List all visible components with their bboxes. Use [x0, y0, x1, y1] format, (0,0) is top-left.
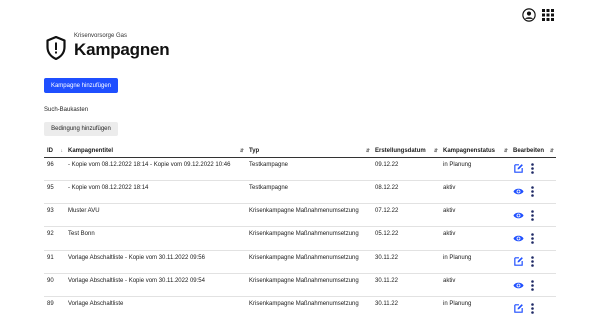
cell-id: 91 — [44, 250, 65, 274]
cell-type: Testkampagne — [246, 157, 372, 181]
col-header-status[interactable]: Kampagnenstatus ⇵ — [440, 146, 510, 158]
more-options-icon[interactable] — [531, 233, 534, 244]
more-options-icon[interactable] — [531, 279, 534, 291]
col-header-title[interactable]: Kampagnentitel ⇵ — [65, 146, 246, 158]
cell-date: 09.12.22 — [372, 157, 440, 181]
add-campaign-button[interactable]: Kampagne hinzufügen — [44, 78, 118, 93]
table-header-row: ID ↓ Kampagnentitel ⇵ Typ ⇵ Erstellungsdatu… — [44, 146, 556, 158]
edit-icon[interactable] — [513, 163, 524, 174]
edit-icon[interactable] — [513, 256, 524, 267]
sort-icon[interactable]: ⇵ — [434, 148, 438, 154]
col-header-edit[interactable]: Bearbeiten ⇵ — [510, 146, 556, 158]
cell-date: 30.11.22 — [372, 296, 440, 318]
cell-id: 90 — [44, 273, 65, 298]
user-circle-icon[interactable] — [522, 8, 536, 22]
cell-status: in Planung — [440, 296, 510, 318]
cell-date: 08.12.22 — [372, 180, 440, 205]
more-options-icon[interactable] — [531, 186, 534, 198]
cell-status: aktiv — [440, 226, 510, 251]
table-row[interactable]: 90 Vorlage Abschaltliste - Kopie vom 30.1… — [44, 273, 556, 298]
page-subtitle: Krisenvorsorge Gas — [74, 33, 128, 39]
cell-type: Testkampagne — [246, 180, 372, 205]
cell-type: Krisenkampagne Maßnahmenumsetzung — [246, 203, 372, 228]
page-title: Kampagnen — [74, 40, 170, 59]
cell-status: in Planung — [440, 157, 510, 181]
cell-status: aktiv — [440, 180, 510, 205]
cell-id: 95 — [44, 180, 65, 205]
cell-title: Vorlage Abschaltliste - Kopie vom 30.11.… — [65, 250, 246, 274]
cell-id: 93 — [44, 203, 65, 228]
page-header: Krisenvorsorge Gas Kampagnen — [46, 33, 170, 60]
table-row[interactable]: 92 Test Bonn Krisenkampagne Maßnahmenumset… — [44, 226, 556, 251]
sort-icon[interactable]: ⇵ — [504, 148, 508, 154]
cell-title: Muster AVU — [65, 203, 246, 228]
cell-title: - Kopie vom 08.12.2022 18:14 — [65, 180, 246, 205]
cell-date: 30.11.22 — [372, 273, 440, 298]
cell-type: Krisenkampagne Maßnahmenumsetzung — [246, 250, 372, 274]
sort-icon[interactable]: ⇵ — [240, 148, 244, 154]
sort-icon[interactable]: ⇵ — [366, 148, 370, 154]
table-row[interactable]: 89 Vorlage Abschaltliste Krisenkampagne Ma… — [44, 296, 556, 318]
cell-id: 96 — [44, 157, 65, 181]
cell-date: 07.12.22 — [372, 203, 440, 228]
view-icon[interactable] — [513, 210, 524, 221]
cell-actions — [510, 226, 556, 251]
cell-actions — [510, 296, 556, 318]
add-condition-button[interactable]: Bedingung hinzufügen — [44, 122, 118, 136]
table-row[interactable]: 93 Muster AVU Krisenkampagne Maßnahmenumse… — [44, 203, 556, 228]
cell-id: 89 — [44, 296, 65, 318]
cell-date: 30.11.22 — [372, 250, 440, 274]
sort-icon[interactable]: ⇵ — [550, 148, 554, 154]
cell-actions — [510, 157, 556, 181]
col-header-type[interactable]: Typ ⇵ — [246, 146, 372, 158]
search-builder-label: Such-Baukasten — [44, 107, 89, 113]
cell-type: Krisenkampagne Maßnahmenumsetzung — [246, 296, 372, 318]
sort-desc-icon[interactable]: ↓ — [61, 148, 64, 154]
cell-title: - Kopie vom 08.12.2022 18:14 - Kopie vom… — [65, 157, 246, 181]
cell-status: in Planung — [440, 250, 510, 274]
col-header-id[interactable]: ID ↓ — [44, 146, 65, 158]
col-header-date[interactable]: Erstellungsdatum ⇵ — [372, 146, 440, 158]
campaign-table: ID ↓ Kampagnentitel ⇵ Typ ⇵ Erstellungsdatu… — [44, 146, 556, 318]
table-row[interactable]: 95- Kopie vom 08.12.2022 18:14 Testkampag… — [44, 180, 556, 205]
cell-title: Vorlage Abschaltliste - Kopie vom 30.11.… — [65, 273, 246, 298]
cell-status: aktiv — [440, 203, 510, 228]
cell-actions — [510, 273, 556, 298]
cell-title: Vorlage Abschaltliste — [65, 296, 246, 318]
more-options-icon[interactable] — [531, 256, 534, 268]
cell-status: aktiv — [440, 273, 510, 298]
table-row[interactable]: 96- Kopie vom 08.12.2022 18:14 - Kopie v… — [44, 157, 556, 181]
cell-actions — [510, 203, 556, 228]
cell-type: Krisenkampagne Maßnahmenumsetzung — [246, 226, 372, 251]
cell-actions — [510, 180, 556, 205]
more-options-icon[interactable] — [531, 303, 534, 314]
table-row[interactable]: 91 Vorlage Abschaltliste - Kopie vom 30.1… — [44, 250, 556, 274]
shield-alert-icon — [46, 36, 66, 60]
cell-actions — [510, 250, 556, 274]
view-icon[interactable] — [513, 233, 524, 244]
view-icon[interactable] — [513, 280, 524, 291]
cell-title: Test Bonn — [65, 226, 246, 251]
cell-date: 05.12.22 — [372, 226, 440, 251]
edit-icon[interactable] — [513, 303, 524, 314]
more-options-icon[interactable] — [531, 209, 534, 221]
view-icon[interactable] — [513, 186, 524, 197]
cell-type: Krisenkampagne Maßnahmenumsetzung — [246, 273, 372, 298]
more-options-icon[interactable] — [531, 163, 534, 174]
apps-grid-icon[interactable] — [542, 9, 554, 21]
cell-id: 92 — [44, 226, 65, 251]
